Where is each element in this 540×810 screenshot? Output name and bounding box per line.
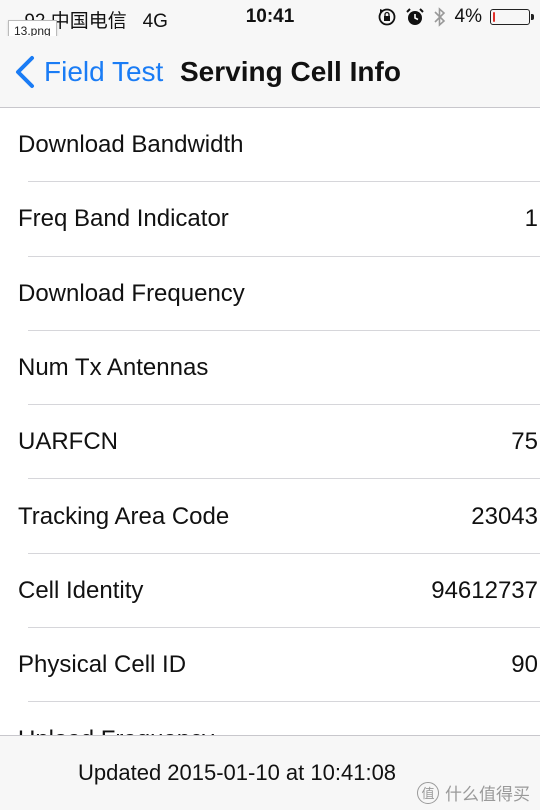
list-item[interactable]: Cell Identity 94612737 xyxy=(0,554,540,629)
row-value: 90 xyxy=(511,651,538,679)
row-label: Download Frequency xyxy=(18,279,245,307)
row-label: Tracking Area Code xyxy=(18,502,230,530)
list-item[interactable]: UARFCN 75 xyxy=(0,405,540,480)
list-item[interactable]: Num Tx Antennas xyxy=(0,331,540,406)
list-item[interactable]: Download Frequency xyxy=(0,257,540,332)
list-item[interactable]: Download Bandwidth xyxy=(0,108,540,183)
row-label: Freq Band Indicator xyxy=(18,205,229,233)
navigation-bar: Field Test Serving Cell Info xyxy=(0,36,540,108)
updated-timestamp: Updated 2015-01-10 at 10:41:08 xyxy=(78,760,397,785)
page-title: Serving Cell Info xyxy=(180,56,401,87)
watermark-text: 什么值得买 xyxy=(445,785,530,804)
row-value: 94612737 xyxy=(431,576,538,604)
list-item[interactable]: Freq Band Indicator 1 xyxy=(0,182,540,257)
status-bar: -92 中国电信 4G 10:41 4% xyxy=(0,0,540,36)
list-item[interactable]: Tracking Area Code 23043 xyxy=(0,479,540,555)
bottom-toolbar: Updated 2015-01-10 at 10:41:08 值 什么值得买 xyxy=(0,735,540,810)
status-icons: 4% xyxy=(377,6,534,28)
battery-percent: 4% xyxy=(454,6,482,27)
watermark-badge-icon: 值 xyxy=(417,781,439,804)
list-item[interactable]: Upload Frequency xyxy=(0,702,540,735)
row-label: Cell Identity xyxy=(18,576,144,604)
row-label: Physical Cell ID xyxy=(18,651,187,679)
row-label: Upload Frequency xyxy=(18,726,214,735)
row-label: Download Bandwidth xyxy=(18,131,244,159)
row-label: Num Tx Antennas xyxy=(18,354,209,382)
bluetooth-icon xyxy=(433,7,447,27)
row-value: 1 xyxy=(524,205,538,233)
battery-level-fill xyxy=(493,12,495,22)
row-value: 75 xyxy=(511,428,538,456)
rotation-lock-icon xyxy=(377,7,397,27)
back-button[interactable]: Field Test xyxy=(12,54,163,90)
battery-icon xyxy=(490,9,534,25)
chevron-left-icon xyxy=(16,56,34,88)
watermark: 值 什么值得买 xyxy=(417,780,530,805)
alarm-icon xyxy=(405,7,425,27)
row-label: UARFCN xyxy=(18,428,118,456)
list-item[interactable]: Physical Cell ID 90 xyxy=(0,628,540,703)
back-button-label: Field Test xyxy=(44,56,164,87)
row-value: 23043 xyxy=(471,502,538,530)
cell-info-list[interactable]: Download Bandwidth Freq Band Indicator 1 Do… xyxy=(0,108,540,735)
